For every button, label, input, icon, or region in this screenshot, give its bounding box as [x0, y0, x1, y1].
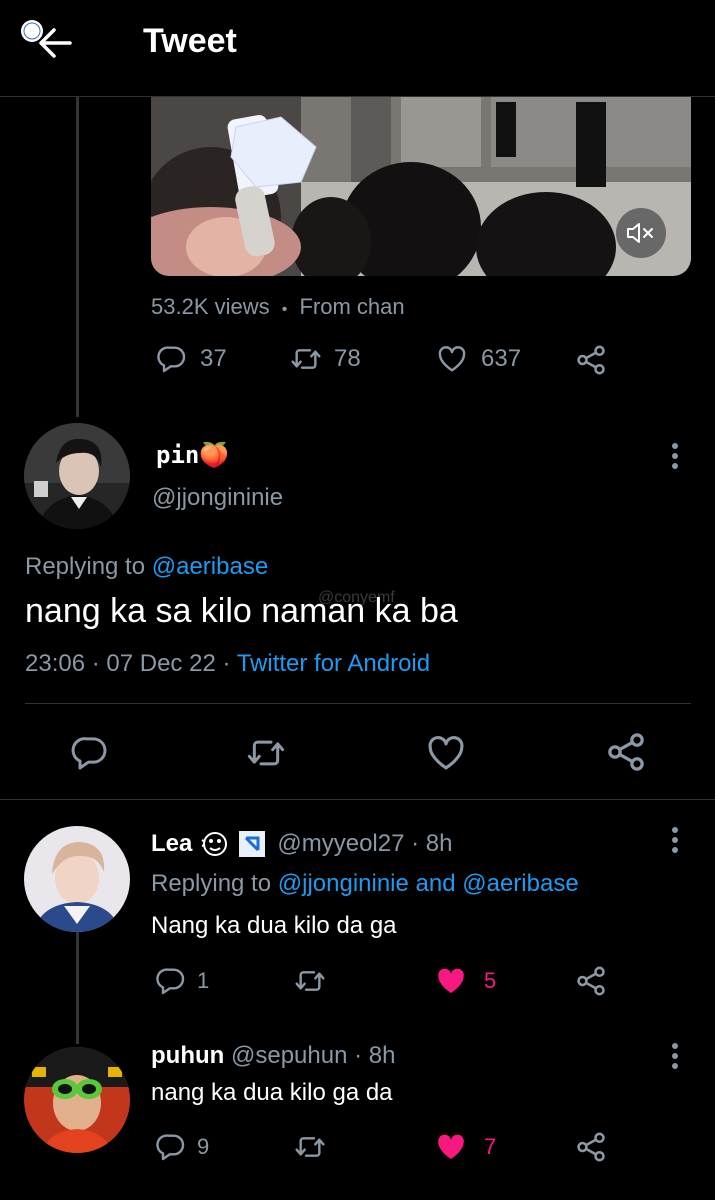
reply-text: nang ka dua kilo ga da [151, 1079, 393, 1106]
page-title: Tweet [143, 22, 237, 60]
retweet-count: 78 [334, 345, 361, 372]
thread-line [76, 932, 79, 1044]
reply-header: Lea @myyeol27 · 8h [151, 830, 452, 858]
reply-icon [156, 968, 185, 995]
video-player[interactable] [151, 97, 691, 276]
divider [0, 799, 715, 800]
arrow-badge-icon [239, 831, 266, 857]
replying-prefix: Replying to [151, 870, 272, 897]
retweet-icon [291, 349, 321, 369]
retweet-icon [295, 971, 325, 991]
video-source[interactable]: From chan [299, 294, 404, 319]
like-icon [438, 968, 464, 993]
reply-action[interactable]: 37 [156, 343, 227, 375]
author-name[interactable]: pin🍑 [156, 441, 229, 469]
replying-prefix: Replying to [25, 553, 146, 580]
like-action[interactable]: 637 [435, 343, 521, 375]
more-icon[interactable] [670, 441, 680, 475]
retweet-action[interactable] [293, 965, 327, 997]
timestamp: 23:06 · 07 Dec 22 · [25, 650, 231, 677]
more-icon[interactable] [670, 825, 680, 859]
retweet-action[interactable] [293, 1131, 327, 1163]
author-handle-time[interactable]: @sepuhun · 8h [231, 1042, 395, 1069]
replying-to: Replying to @aeribase [25, 553, 268, 581]
author-name[interactable]: puhun [151, 1042, 224, 1069]
replying-to-link[interactable]: @jjongininie and @aeribase [278, 870, 579, 897]
reply-icon [156, 1134, 185, 1161]
like-icon[interactable] [424, 732, 468, 774]
back-arrow-icon [21, 20, 72, 58]
author-name[interactable]: Lea [151, 830, 192, 858]
video-frame [151, 97, 691, 276]
reply-action[interactable]: 9 [155, 1131, 209, 1163]
thread-line [76, 97, 79, 417]
emoji-icon [201, 832, 228, 856]
retweet-icon [295, 1137, 325, 1157]
like-action[interactable]: 7 [434, 1131, 496, 1163]
share-action[interactable] [574, 1130, 608, 1164]
like-icon [438, 1134, 464, 1159]
replying-to: Replying to @jjongininie and @aeribase [151, 870, 579, 898]
stats-separator: • [281, 301, 288, 318]
top-bar: Tweet [0, 0, 715, 97]
like-count: 637 [481, 345, 522, 372]
more-icon[interactable] [670, 1041, 680, 1075]
reply-icon [157, 346, 186, 373]
view-count: 53.2K views [151, 294, 270, 319]
video-stats: 53.2K views • From chan [151, 294, 405, 320]
watermark: @conyemf [318, 589, 395, 606]
like-count: 5 [484, 968, 497, 993]
avatar[interactable] [24, 826, 130, 932]
source-link[interactable]: Twitter for Android [237, 650, 430, 677]
author-handle[interactable]: @jjongininie [152, 484, 283, 512]
share-icon [577, 966, 605, 996]
avatar[interactable] [24, 1047, 130, 1153]
reply-text: Nang ka dua kilo da ga [151, 912, 397, 939]
reply-count: 9 [197, 1134, 210, 1159]
retweet-icon[interactable] [244, 733, 288, 773]
like-icon [438, 346, 466, 372]
share-action[interactable] [574, 964, 608, 998]
mute-button[interactable] [616, 208, 666, 258]
reply-header: puhun @sepuhun · 8h [151, 1042, 395, 1070]
author-handle-time[interactable]: @myyeol27 · 8h [277, 830, 452, 858]
retweet-action[interactable]: 78 [290, 343, 361, 375]
avatar[interactable] [24, 423, 130, 529]
share-icon [577, 345, 605, 375]
reply-action[interactable]: 1 [155, 965, 209, 997]
share-icon[interactable] [604, 730, 648, 774]
like-action[interactable]: 5 [434, 965, 496, 997]
reply-count: 37 [200, 345, 227, 372]
like-count: 7 [484, 1134, 497, 1159]
reply-count: 1 [197, 968, 210, 993]
share-icon [577, 1132, 605, 1162]
divider [25, 703, 691, 704]
tweet-meta: 23:06 · 07 Dec 22 · Twitter for Android [25, 650, 430, 678]
replying-to-link[interactable]: @aeribase [152, 553, 268, 580]
reply-icon[interactable] [70, 733, 110, 773]
mute-icon [627, 223, 653, 243]
share-action[interactable] [574, 343, 608, 377]
back-button[interactable] [14, 14, 76, 72]
